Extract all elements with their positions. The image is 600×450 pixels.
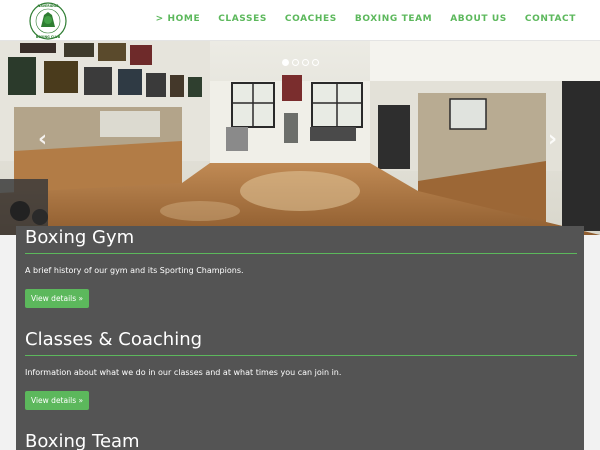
view-details-button[interactable]: View details » <box>25 289 90 308</box>
section-text: Information about what we do in our clas… <box>25 368 342 377</box>
section-boxing-team: Boxing Team <box>25 432 577 450</box>
section-classes-coaching: Classes & Coaching Information about wha… <box>25 330 577 410</box>
section-divider <box>25 253 577 254</box>
carousel-dot-3[interactable] <box>302 59 309 66</box>
carousel-prev-icon[interactable]: ‹ <box>38 127 47 152</box>
gym-photo <box>0 41 600 235</box>
carousel-dot-4[interactable] <box>312 59 319 66</box>
carousel-indicators <box>282 59 319 66</box>
svg-text:NAVERIDGE: NAVERIDGE <box>38 4 59 8</box>
nav-contact[interactable]: CONTACT <box>525 14 576 24</box>
carousel-dot-1[interactable] <box>282 59 289 66</box>
section-text: A brief history of our gym and its Sport… <box>25 266 244 275</box>
section-boxing-gym: Boxing Gym A brief history of our gym an… <box>25 228 577 308</box>
section-title: Boxing Gym <box>25 227 135 248</box>
nav-home[interactable]: > HOME <box>156 14 201 24</box>
main-nav: > HOME CLASSES COACHES BOXING TEAM ABOUT… <box>138 14 576 24</box>
nav-coaches[interactable]: COACHES <box>285 14 337 24</box>
section-title: Classes & Coaching <box>25 329 203 350</box>
carousel-next-icon[interactable]: › <box>548 127 557 152</box>
carousel-dot-2[interactable] <box>292 59 299 66</box>
hero-carousel[interactable]: ‹ › <box>0 41 600 235</box>
nav-boxing-team[interactable]: BOXING TEAM <box>355 14 432 24</box>
section-divider <box>25 355 577 356</box>
club-logo[interactable]: NAVERIDGE BOXING CLUB <box>26 1 70 41</box>
content-panel: Boxing Gym A brief history of our gym an… <box>16 226 584 450</box>
top-navbar: NAVERIDGE BOXING CLUB > HOME CLASSES COA… <box>0 0 600 41</box>
svg-text:BOXING CLUB: BOXING CLUB <box>36 35 61 39</box>
nav-classes[interactable]: CLASSES <box>218 14 267 24</box>
section-title: Boxing Team <box>25 431 140 450</box>
view-details-button[interactable]: View details » <box>25 391 90 410</box>
nav-about-us[interactable]: ABOUT US <box>450 14 507 24</box>
